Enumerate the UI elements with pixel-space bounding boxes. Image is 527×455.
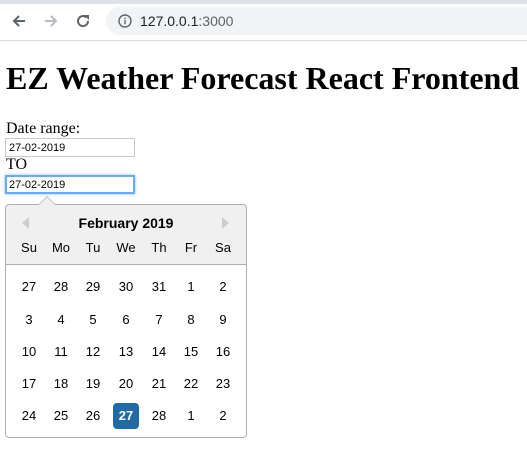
day-cell[interactable]: 8 [178,307,204,333]
day-cell[interactable]: 30 [113,274,139,300]
weekday-label-su: Su [21,240,37,255]
day-cell[interactable]: 18 [48,371,74,397]
datepicker-header: February 2019 Su Mo Tu We Th Fr Sa [6,205,246,265]
forward-button[interactable] [40,10,62,32]
start-date-input[interactable] [5,138,135,157]
url-host: 127.0.0.1 [140,13,199,29]
weekday-label-th: Th [151,240,167,255]
day-cell[interactable]: 6 [113,307,139,333]
day-cell[interactable]: 19 [80,371,106,397]
info-icon[interactable] [118,14,132,28]
weekday-label-we: We [116,240,136,255]
weekday-label-mo: Mo [51,240,71,255]
url-text: 127.0.0.1:3000 [140,13,233,29]
day-cell[interactable]: 12 [80,339,106,365]
day-cell[interactable]: 27 [16,274,42,300]
day-cell[interactable]: 1 [178,403,204,429]
day-cell[interactable]: 13 [113,339,139,365]
day-cell[interactable]: 24 [16,403,42,429]
day-cell[interactable]: 25 [48,403,74,429]
date-range-label: Date range: [6,120,81,137]
day-cell-selected[interactable]: 27 [113,403,139,429]
datepicker-popup: February 2019 Su Mo Tu We Th Fr Sa 27 28 29 30 31 1… [5,196,247,438]
page-title: EZ Weather Forecast React Frontend [6,60,520,96]
day-cell[interactable]: 9 [210,307,236,333]
day-cell[interactable]: 16 [210,339,236,365]
url-port: :3000 [198,13,234,29]
day-cell[interactable]: 1 [178,274,204,300]
datepicker-pointer [38,196,56,205]
day-cell[interactable]: 28 [48,274,74,300]
day-cell[interactable]: 21 [146,371,172,397]
browser-toolbar: 127.0.0.1:3000 [0,0,527,41]
to-label: TO [6,156,28,173]
weekday-label-tu: Tu [85,240,101,255]
end-date-input[interactable] [5,175,135,194]
day-cell[interactable]: 2 [210,274,236,300]
day-cell[interactable]: 20 [113,371,139,397]
day-cell[interactable]: 7 [146,307,172,333]
day-cell[interactable]: 22 [178,371,204,397]
address-bar[interactable]: 127.0.0.1:3000 [106,7,527,35]
reload-button[interactable] [72,10,94,32]
arrow-right-icon [45,15,58,27]
month-title: February 2019 [78,215,174,231]
day-cell[interactable]: 15 [178,339,204,365]
day-cell[interactable]: 23 [210,371,236,397]
day-cell[interactable]: 28 [146,403,172,429]
day-cell[interactable]: 3 [16,307,42,333]
back-button[interactable] [8,10,30,32]
day-cell[interactable]: 11 [48,339,74,365]
day-cell[interactable]: 31 [146,274,172,300]
day-cell[interactable]: 2 [210,403,236,429]
day-cell[interactable]: 14 [146,339,172,365]
day-cell[interactable]: 17 [16,371,42,397]
reload-icon [77,15,90,28]
tab-strip-edge [0,0,527,4]
day-cell[interactable]: 26 [80,403,106,429]
next-month-arrow-icon[interactable] [222,217,229,229]
day-cell[interactable]: 5 [80,307,106,333]
day-cell[interactable]: 29 [80,274,106,300]
weekday-label-sa: Sa [215,240,231,255]
arrow-left-icon [12,15,25,27]
day-cell[interactable]: 4 [48,307,74,333]
day-cell[interactable]: 10 [16,339,42,365]
weekday-label-fr: Fr [184,240,198,255]
